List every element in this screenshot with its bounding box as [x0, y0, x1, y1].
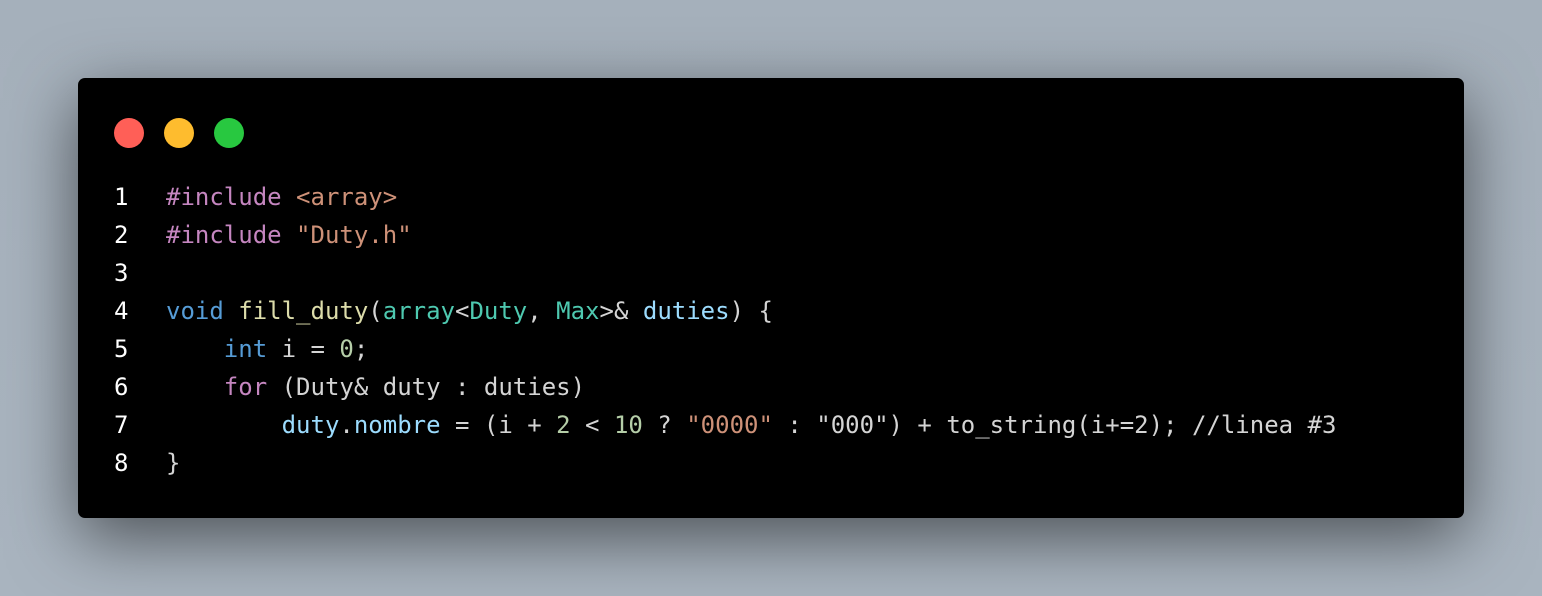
code-editor: 1 #include <array> 2 #include "Duty.h" 3 4 voi… — [78, 178, 1464, 482]
code-line: 4 void fill_duty(array<Duty, Max>& duties… — [78, 292, 1464, 330]
code-text: #include "Duty.h" — [166, 216, 412, 254]
code-text: int i = 0; — [166, 330, 369, 368]
line-number: 5 — [114, 335, 129, 363]
code-line: 3 — [78, 254, 1464, 292]
code-token: < — [570, 411, 614, 439]
code-line: 8} — [78, 444, 1464, 482]
code-token: : "000") + to_string(i+=2); //linea #3 — [772, 411, 1337, 439]
code-token: (Duty& duty : duties) — [267, 373, 586, 401]
code-token: ) { — [729, 297, 773, 325]
code-line: 5 int i = 0; — [78, 330, 1464, 368]
close-window-button[interactable] — [114, 118, 144, 148]
code-token: "0000" — [686, 411, 773, 439]
line-number: 8 — [114, 449, 129, 477]
code-token: 2 — [556, 411, 571, 439]
code-line: 2 #include "Duty.h" — [78, 216, 1464, 254]
code-token: duties — [642, 297, 730, 325]
code-token: i = — [267, 335, 340, 363]
code-text: #include <array> — [166, 178, 397, 216]
code-token: for — [223, 373, 268, 401]
code-token: < — [455, 297, 470, 325]
code-token: nombre — [353, 411, 441, 439]
code-token: <array> — [296, 183, 398, 211]
code-token: #include — [166, 183, 297, 211]
code-token: #include — [166, 221, 297, 249]
code-token: fill_duty — [238, 297, 369, 325]
code-token: ? — [642, 411, 687, 439]
code-token: 10 — [613, 411, 643, 439]
line-number: 2 — [114, 221, 129, 249]
line-number: 1 — [114, 183, 129, 211]
code-text: for (Duty& duty : duties) — [166, 368, 585, 406]
code-token: 0 — [339, 335, 354, 363]
code-token: , — [527, 297, 557, 325]
code-token: ; — [353, 335, 369, 363]
code-token: duty — [281, 411, 340, 439]
code-line: 6 for (Duty& duty : duties) — [78, 368, 1464, 406]
code-token: ( — [368, 297, 383, 325]
code-token: } — [166, 449, 181, 477]
code-line: 7 duty.nombre = (i + 2 < 10 ? "0000" : "… — [78, 406, 1464, 444]
line-number: 7 — [114, 411, 129, 439]
code-text: void fill_duty(array<Duty, Max>& duties)… — [166, 292, 773, 330]
code-token: . — [339, 411, 354, 439]
code-token: = (i + — [440, 411, 557, 439]
code-token: array — [382, 297, 455, 325]
maximize-window-button[interactable] — [214, 118, 244, 148]
code-token: Duty — [469, 297, 528, 325]
line-number: 6 — [114, 373, 129, 401]
code-text: } — [166, 444, 180, 482]
code-token: int — [223, 335, 268, 363]
code-token: >& — [599, 297, 629, 325]
minimize-window-button[interactable] — [164, 118, 194, 148]
code-token: "Duty.h" — [296, 221, 412, 249]
code-token: void — [166, 297, 224, 325]
code-line: 1 #include <array> — [78, 178, 1464, 216]
code-window: 1 #include <array> 2 #include "Duty.h" 3 4 voi… — [78, 78, 1464, 518]
line-number: 4 — [114, 297, 129, 325]
line-number: 3 — [114, 259, 129, 287]
code-text: duty.nombre = (i + 2 < 10 ? "0000" : "00… — [166, 406, 1337, 444]
code-token: Max — [556, 297, 600, 325]
